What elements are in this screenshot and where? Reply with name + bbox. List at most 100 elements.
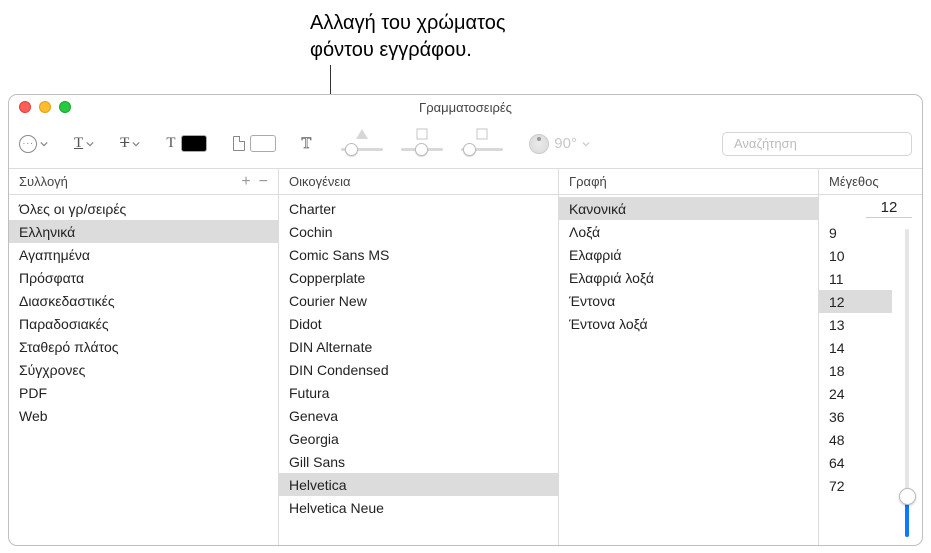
list-item[interactable]: 11 (819, 267, 892, 290)
size-column: Μέγεθος 91011121314182436486472 (819, 169, 922, 545)
list-item[interactable]: Σύγχρονες (9, 358, 278, 381)
shadow-opacity-slider[interactable] (341, 129, 383, 159)
annotation-line1: Αλλαγή του χρώματος (310, 10, 505, 37)
remove-collection-button[interactable]: − (259, 173, 268, 191)
minimize-button[interactable] (39, 101, 51, 113)
shadow-angle-control[interactable]: 90° (529, 134, 590, 154)
search-field[interactable] (722, 132, 912, 156)
list-item[interactable]: 24 (819, 382, 892, 405)
slider-thumb[interactable] (345, 143, 358, 156)
close-button[interactable] (19, 101, 31, 113)
list-item[interactable]: PDF (9, 381, 278, 404)
text-color-icon: T (166, 135, 175, 152)
typeface-header-label: Γραφή (569, 174, 607, 189)
angle-wheel-icon[interactable] (529, 134, 549, 154)
more-actions-button[interactable]: ··· (19, 132, 48, 156)
list-item[interactable]: 72 (819, 474, 892, 497)
size-header: Μέγεθος (819, 169, 922, 195)
list-item[interactable]: Διασκεδαστικές (9, 289, 278, 312)
collection-header-label: Συλλογή (19, 174, 68, 189)
chevron-down-icon (582, 140, 590, 148)
typeface-list[interactable]: ΚανονικάΛοξάΕλαφριάΕλαφριά λοξάΈντοναΈντ… (559, 195, 818, 545)
strikethrough-icon: T (120, 135, 129, 152)
list-item[interactable]: Έντονα (559, 289, 818, 312)
slider-thumb[interactable] (899, 488, 916, 505)
add-collection-button[interactable]: + (241, 173, 250, 191)
family-column: Οικογένεια CharterCochinComic Sans MSCop… (279, 169, 559, 545)
list-item[interactable]: 36 (819, 405, 892, 428)
list-item[interactable]: Κανονικά (559, 197, 818, 220)
list-item[interactable]: Gill Sans (279, 450, 558, 473)
family-header: Οικογένεια (279, 169, 558, 195)
family-list[interactable]: CharterCochinComic Sans MSCopperplateCou… (279, 195, 558, 545)
list-item[interactable]: Πρόσφατα (9, 266, 278, 289)
toolbar: ··· T T T T (9, 119, 922, 169)
list-item[interactable]: Όλες οι γρ/σειρές (9, 197, 278, 220)
size-header-label: Μέγεθος (829, 174, 879, 189)
size-slider[interactable] (892, 221, 922, 545)
size-input[interactable] (866, 199, 912, 218)
search-input[interactable] (734, 136, 910, 151)
slider-thumb[interactable] (463, 143, 476, 156)
slider-thumb[interactable] (415, 143, 428, 156)
list-item[interactable]: DIN Condensed (279, 358, 558, 381)
list-item[interactable]: Didot (279, 312, 558, 335)
list-item[interactable]: Ελληνικά (9, 220, 278, 243)
list-item[interactable]: DIN Alternate (279, 335, 558, 358)
traffic-lights (19, 101, 71, 113)
list-item[interactable]: Helvetica Neue (279, 496, 558, 519)
list-item[interactable]: Futura (279, 381, 558, 404)
list-item[interactable]: 10 (819, 244, 892, 267)
list-item[interactable]: Έντονα λοξά (559, 312, 818, 335)
list-item[interactable]: Copperplate (279, 266, 558, 289)
list-item[interactable]: Charter (279, 197, 558, 220)
chevron-down-icon (132, 140, 140, 148)
typeface-header: Γραφή (559, 169, 818, 195)
shadow-sliders-group (341, 129, 503, 159)
list-item[interactable]: Georgia (279, 427, 558, 450)
annotation-line2: φόντου εγγράφου. (310, 37, 505, 64)
fonts-panel-window: Γραμματοσειρές ··· T T T T (8, 94, 923, 546)
list-item[interactable]: Σταθερό πλάτος (9, 335, 278, 358)
square-outline-icon (416, 127, 428, 145)
list-item[interactable]: Αγαπημένα (9, 243, 278, 266)
size-list[interactable]: 91011121314182436486472 (819, 221, 892, 545)
list-item[interactable]: Ελαφριά λοξά (559, 266, 818, 289)
typeface-column: Γραφή ΚανονικάΛοξάΕλαφριάΕλαφριά λοξάΈντ… (559, 169, 819, 545)
strikethrough-button[interactable]: T (120, 132, 140, 156)
zoom-button[interactable] (59, 101, 71, 113)
list-item[interactable]: 18 (819, 359, 892, 382)
text-color-well[interactable] (181, 135, 207, 152)
list-item[interactable]: Comic Sans MS (279, 243, 558, 266)
underline-icon: T (74, 135, 83, 152)
shadow-blur-slider[interactable] (401, 129, 443, 159)
collection-list[interactable]: Όλες οι γρ/σειρέςΕλληνικάΑγαπημέναΠρόσφα… (9, 195, 278, 545)
list-item[interactable]: Λοξά (559, 220, 818, 243)
window-title: Γραμματοσειρές (9, 100, 922, 115)
family-header-label: Οικογένεια (289, 174, 351, 189)
list-item[interactable]: 13 (819, 313, 892, 336)
background-color-well[interactable] (250, 135, 276, 152)
list-item[interactable]: Παραδοσιακές (9, 312, 278, 335)
shadow-text-icon: T (302, 135, 312, 153)
window-titlebar: Γραμματοσειρές (9, 95, 922, 119)
shadow-offset-slider[interactable] (461, 129, 503, 159)
list-item[interactable]: Cochin (279, 220, 558, 243)
underline-button[interactable]: T (74, 132, 94, 156)
list-item[interactable]: Geneva (279, 404, 558, 427)
list-item[interactable]: Courier New (279, 289, 558, 312)
document-background-color-button[interactable] (233, 132, 276, 156)
list-item[interactable]: 9 (819, 221, 892, 244)
collection-column: Συλλογή + − Όλες οι γρ/σειρέςΕλληνικάΑγα… (9, 169, 279, 545)
list-item[interactable]: 12 (819, 290, 892, 313)
list-item[interactable]: 64 (819, 451, 892, 474)
text-color-button[interactable]: T (166, 132, 206, 156)
triangle-icon (355, 127, 369, 145)
list-item[interactable]: 48 (819, 428, 892, 451)
list-item[interactable]: Ελαφριά (559, 243, 818, 266)
list-item[interactable]: Web (9, 404, 278, 427)
list-item[interactable]: Helvetica (279, 473, 558, 496)
text-shadow-button[interactable]: T (302, 132, 312, 156)
list-item[interactable]: 14 (819, 336, 892, 359)
chevron-down-icon (40, 140, 48, 148)
